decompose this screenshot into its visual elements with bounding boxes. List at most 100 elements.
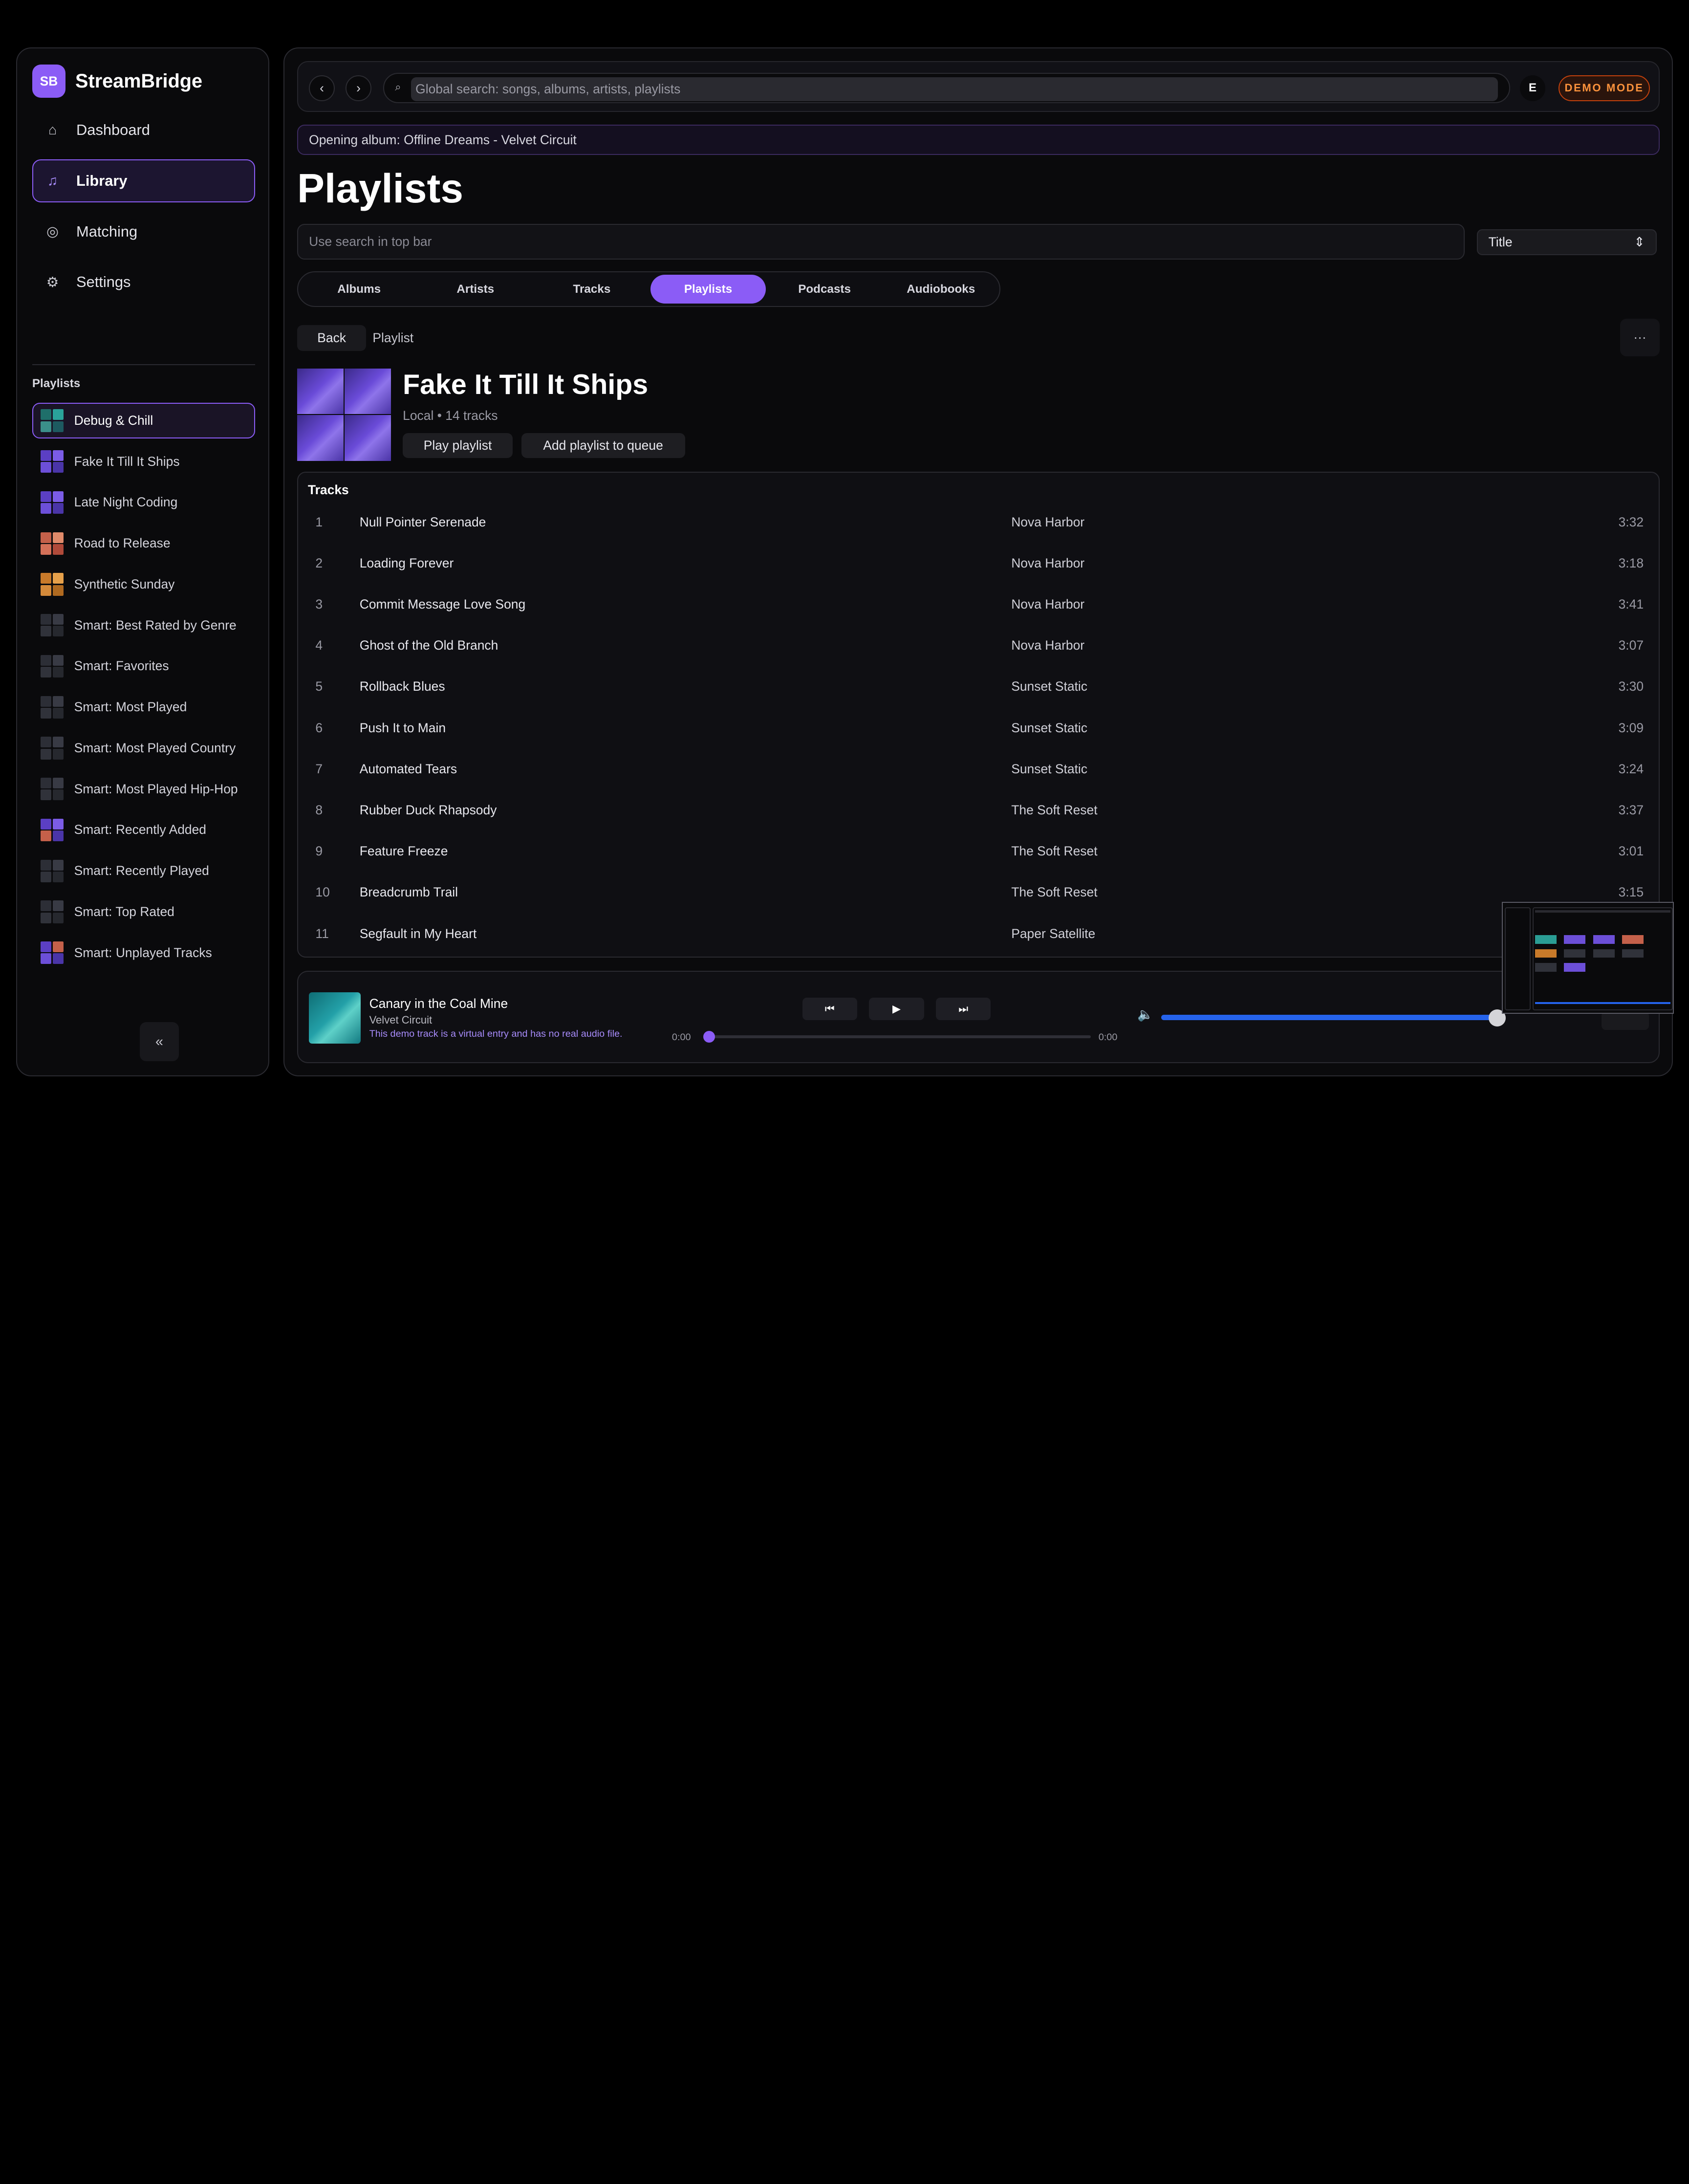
brand-name: StreamBridge (75, 70, 203, 92)
back-button[interactable]: Back (297, 325, 367, 351)
nav-item-label: Dashboard (76, 121, 150, 139)
add-to-queue-button[interactable]: Add playlist to queue (521, 433, 685, 458)
top-bar: ‹ › ⌕ E DEMO MODE (297, 61, 1660, 112)
thumbnail-tile (52, 818, 64, 830)
sidebar-playlist-item[interactable]: Smart: Unplayed Tracks (32, 935, 255, 971)
track-title: Feature Freeze (359, 844, 448, 859)
seek-handle[interactable] (703, 1030, 715, 1043)
track-row[interactable]: 7 Automated Tears Sunset Static 3:24 (298, 749, 1659, 790)
chevron-up-down-icon: ⇕ (1634, 235, 1645, 250)
track-number: 2 (315, 555, 323, 570)
thumbnail-tile (41, 859, 52, 871)
preview-tile (1593, 935, 1615, 944)
track-row[interactable]: 4 Ghost of the Old Branch Nova Harbor 3:07 (298, 625, 1659, 666)
more-options-button[interactable]: ··· (1620, 319, 1660, 357)
playlist-thumbnail (41, 532, 64, 555)
tab-audiobooks[interactable]: Audiobooks (883, 275, 998, 304)
nav-item-dashboard[interactable]: ⌂ Dashboard (32, 109, 255, 152)
track-row[interactable]: 10 Breadcrumb Trail The Soft Reset 3:15 (298, 872, 1659, 913)
track-duration: 3:24 (1618, 761, 1644, 776)
previous-button[interactable]: ⏮ (802, 997, 858, 1020)
target-icon: ◎ (46, 224, 59, 240)
cover-tile (297, 415, 344, 461)
track-number: 11 (315, 926, 329, 941)
track-row[interactable]: 3 Commit Message Love Song Nova Harbor 3:41 (298, 584, 1659, 625)
track-row[interactable]: 8 Rubber Duck Rhapsody The Soft Reset 3:37 (298, 790, 1659, 831)
preview-tile (1564, 935, 1586, 944)
track-row[interactable]: 11 Segfault in My Heart Paper Satellite (298, 914, 1659, 955)
tab-playlists[interactable]: Playlists (650, 274, 766, 304)
thumbnail-tile (52, 900, 64, 912)
sidebar-playlist-item[interactable]: Smart: Recently Added (32, 812, 255, 848)
track-row[interactable]: 6 Push It to Main Sunset Static 3:09 (298, 708, 1659, 749)
tab-podcasts[interactable]: Podcasts (767, 275, 882, 304)
track-title: Loading Forever (359, 555, 454, 570)
playlist-thumbnail (41, 900, 64, 923)
brand[interactable]: SB StreamBridge (32, 65, 202, 98)
nav-item-library[interactable]: ♫ Library (32, 159, 256, 203)
user-avatar[interactable]: E (1519, 75, 1546, 101)
sidebar-playlist-item[interactable]: Fake It Till It Ships (32, 444, 255, 480)
sidebar-playlist-label: Smart: Recently Added (74, 822, 207, 837)
play-button[interactable]: ▶ (869, 997, 924, 1020)
thumbnail-tile (52, 778, 64, 789)
sidebar-playlist-item[interactable]: Smart: Top Rated (32, 894, 255, 930)
thumbnail-tile (52, 450, 64, 461)
preview-topbar (1535, 910, 1671, 913)
preview-sidebar (1504, 907, 1531, 1011)
sidebar-playlist-item[interactable]: Smart: Best Rated by Genre (32, 608, 255, 643)
track-row[interactable]: 2 Loading Forever Nova Harbor 3:18 (298, 543, 1659, 584)
track-row[interactable]: 9 Feature Freeze The Soft Reset 3:01 (298, 831, 1659, 872)
track-number: 3 (315, 597, 323, 612)
track-number: 1 (315, 514, 323, 529)
playlist-thumbnail (41, 614, 64, 637)
sidebar-playlist-item[interactable]: Smart: Recently Played (32, 853, 255, 889)
next-button[interactable]: ⏭ (935, 997, 991, 1020)
thumbnail-tile (52, 626, 64, 637)
seek-bar[interactable] (707, 1035, 1091, 1039)
player-extra-button[interactable] (1602, 1011, 1649, 1030)
nav-item-settings[interactable]: ⚙ Settings (32, 261, 255, 304)
demo-mode-badge[interactable]: DEMO MODE (1558, 75, 1650, 101)
global-search-input[interactable] (411, 77, 1498, 101)
sidebar-playlist-item[interactable]: Smart: Most Played Country (32, 730, 255, 766)
thumbnail-tile (52, 941, 64, 953)
tab-tracks[interactable]: Tracks (534, 275, 650, 304)
thumbnail-tile (52, 655, 64, 666)
preview-tile (1535, 935, 1557, 944)
thumbnail-tile (52, 859, 64, 871)
sidebar-playlist-item[interactable]: Smart: Favorites (32, 649, 255, 684)
thumbnail-tile (52, 696, 64, 707)
sidebar-playlist-item[interactable]: Road to Release (32, 525, 255, 561)
tab-artists[interactable]: Artists (418, 275, 533, 304)
play-playlist-button[interactable]: Play playlist (403, 433, 513, 458)
thumbnail-tile (52, 491, 64, 502)
thumbnail-tile (41, 421, 52, 432)
tab-albums[interactable]: Albums (302, 275, 417, 304)
thumbnail-tile (41, 696, 52, 707)
sidebar-playlist-item[interactable]: Smart: Most Played (32, 689, 255, 725)
sidebar-playlist-item[interactable]: Late Night Coding (32, 485, 255, 521)
forward-nav-button[interactable]: › (346, 75, 371, 101)
thumbnail-tile (41, 614, 52, 625)
library-filter-input[interactable] (297, 224, 1465, 260)
screenshot-preview-thumbnail[interactable] (1501, 901, 1674, 1014)
track-number: 10 (315, 885, 330, 900)
track-artist: Sunset Static (1011, 720, 1087, 735)
volume-icon[interactable]: 🔈 (1137, 1007, 1153, 1022)
volume-slider[interactable] (1161, 1014, 1499, 1020)
thumbnail-tile (52, 789, 64, 801)
nav-item-matching[interactable]: ◎ Matching (32, 210, 255, 253)
track-number: 8 (315, 803, 323, 818)
cover-tile (345, 368, 391, 415)
global-search: ⌕ (383, 73, 1510, 104)
sidebar-playlist-item[interactable]: Debug & Chill (32, 403, 256, 438)
sort-select[interactable]: Title ⇕ (1476, 229, 1657, 256)
collapse-sidebar-button[interactable]: « (140, 1022, 179, 1061)
back-nav-button[interactable]: ‹ (309, 75, 335, 101)
sidebar-playlist-item[interactable]: Synthetic Sunday (32, 567, 255, 602)
track-row[interactable]: 1 Null Pointer Serenade Nova Harbor 3:32 (298, 502, 1659, 543)
track-row[interactable]: 5 Rollback Blues Sunset Static 3:30 (298, 666, 1659, 707)
track-artist: Sunset Static (1011, 761, 1087, 776)
sidebar-playlist-item[interactable]: Smart: Most Played Hip-Hop (32, 771, 255, 807)
